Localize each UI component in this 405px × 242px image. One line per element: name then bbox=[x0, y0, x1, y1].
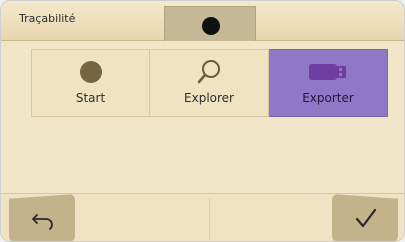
start-button[interactable]: Start bbox=[31, 49, 150, 117]
back-button[interactable] bbox=[9, 194, 75, 241]
explorer-icon-wrap bbox=[150, 60, 268, 84]
traceability-screen: Traçabilité Start Explorer Exporter bbox=[0, 0, 405, 242]
status-tab bbox=[164, 6, 256, 41]
undo-arrow-icon bbox=[32, 214, 53, 230]
page-title: Traçabilité bbox=[19, 12, 76, 25]
exporter-button[interactable]: Exporter bbox=[269, 49, 388, 117]
footer-divider bbox=[209, 198, 210, 240]
exporter-label: Exporter bbox=[302, 91, 354, 105]
record-dot-icon bbox=[79, 61, 102, 83]
explorer-button[interactable]: Explorer bbox=[150, 49, 269, 117]
checkmark-icon bbox=[355, 208, 377, 228]
usb-drive-plug bbox=[337, 66, 346, 78]
header-bar: Traçabilité bbox=[1, 1, 404, 41]
footer-bar bbox=[1, 193, 404, 241]
start-icon-wrap bbox=[32, 60, 149, 84]
usb-drive-icon bbox=[309, 64, 347, 80]
exporter-icon-wrap bbox=[269, 60, 387, 84]
record-dot-icon bbox=[202, 17, 220, 35]
search-icon bbox=[197, 60, 220, 84]
confirm-button[interactable] bbox=[332, 194, 398, 241]
start-label: Start bbox=[75, 91, 106, 105]
main-menu: Start Explorer Exporter bbox=[31, 49, 388, 117]
explorer-label: Explorer bbox=[184, 91, 234, 105]
usb-drive-body bbox=[309, 64, 337, 80]
